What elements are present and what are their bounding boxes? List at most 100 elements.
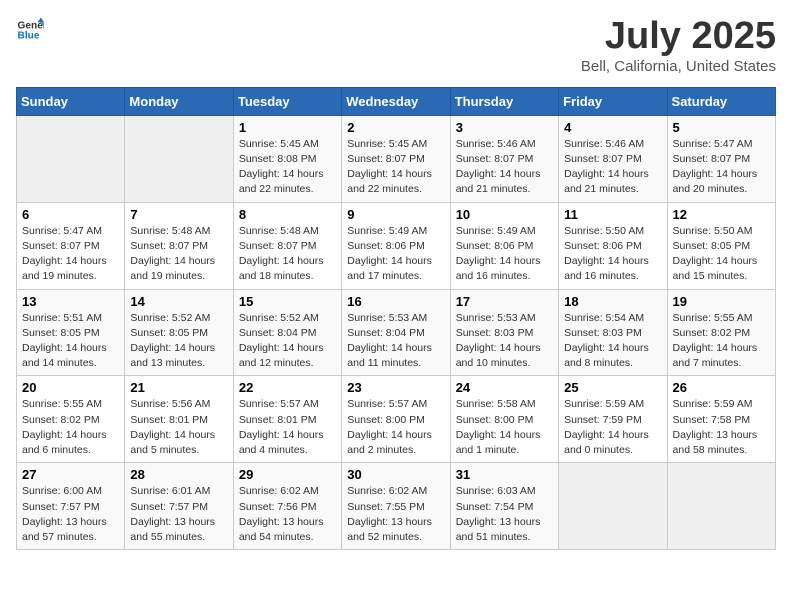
day-info: Sunrise: 5:57 AM Sunset: 8:00 PM Dayligh… (347, 397, 444, 458)
day-number: 13 (22, 294, 119, 309)
header-row: SundayMondayTuesdayWednesdayThursdayFrid… (17, 87, 776, 115)
calendar-cell: 28 Sunrise: 6:01 AM Sunset: 7:57 PM Dayli… (125, 463, 233, 550)
calendar-cell: 30 Sunrise: 6:02 AM Sunset: 7:55 PM Dayli… (342, 463, 450, 550)
day-info: Sunrise: 5:49 AM Sunset: 8:06 PM Dayligh… (347, 224, 444, 285)
header-cell-sunday: Sunday (17, 87, 125, 115)
day-number: 1 (239, 120, 336, 135)
calendar-cell: 18Sunrise: 5:54 AM Sunset: 8:03 PM Dayli… (559, 289, 667, 376)
calendar-cell: 20Sunrise: 5:55 AM Sunset: 8:02 PM Dayli… (17, 376, 125, 463)
day-number: 5 (673, 120, 770, 135)
day-number: 30 (347, 467, 444, 482)
week-row-1: 1 Sunrise: 5:45 AM Sunset: 8:08 PM Daylig… (17, 115, 776, 202)
header-cell-friday: Friday (559, 87, 667, 115)
day-info: Sunrise: 5:52 AM Sunset: 8:04 PM Dayligh… (239, 311, 336, 372)
day-info: Sunrise: 5:47 AM Sunset: 8:07 PM Dayligh… (673, 137, 770, 198)
day-number: 20 (22, 380, 119, 395)
calendar-cell: 7 Sunrise: 5:48 AM Sunset: 8:07 PM Daylig… (125, 202, 233, 289)
day-number: 8 (239, 207, 336, 222)
calendar-cell (125, 115, 233, 202)
day-info: Sunrise: 6:01 AM Sunset: 7:57 PM Dayligh… (130, 484, 227, 545)
week-row-4: 20Sunrise: 5:55 AM Sunset: 8:02 PM Dayli… (17, 376, 776, 463)
day-info: Sunrise: 5:56 AM Sunset: 8:01 PM Dayligh… (130, 397, 227, 458)
calendar-header: SundayMondayTuesdayWednesdayThursdayFrid… (17, 87, 776, 115)
calendar-cell: 16Sunrise: 5:53 AM Sunset: 8:04 PM Dayli… (342, 289, 450, 376)
day-number: 10 (456, 207, 553, 222)
calendar-cell: 23Sunrise: 5:57 AM Sunset: 8:00 PM Dayli… (342, 376, 450, 463)
week-row-3: 13 Sunrise: 5:51 AM Sunset: 8:05 PM Dayli… (17, 289, 776, 376)
day-info: Sunrise: 5:58 AM Sunset: 8:00 PM Dayligh… (456, 397, 553, 458)
day-number: 2 (347, 120, 444, 135)
day-info: Sunrise: 5:51 AM Sunset: 8:05 PM Dayligh… (22, 311, 119, 372)
day-number: 25 (564, 380, 661, 395)
day-info: Sunrise: 6:02 AM Sunset: 7:55 PM Dayligh… (347, 484, 444, 545)
week-row-2: 6Sunrise: 5:47 AM Sunset: 8:07 PM Daylig… (17, 202, 776, 289)
day-number: 9 (347, 207, 444, 222)
day-info: Sunrise: 5:45 AM Sunset: 8:08 PM Dayligh… (239, 137, 336, 198)
day-number: 28 (130, 467, 227, 482)
day-number: 21 (130, 380, 227, 395)
day-number: 26 (673, 380, 770, 395)
day-number: 17 (456, 294, 553, 309)
calendar-cell (559, 463, 667, 550)
calendar-cell: 14Sunrise: 5:52 AM Sunset: 8:05 PM Dayli… (125, 289, 233, 376)
calendar-body: 1 Sunrise: 5:45 AM Sunset: 8:08 PM Daylig… (17, 115, 776, 549)
calendar-cell: 2 Sunrise: 5:45 AM Sunset: 8:07 PM Daylig… (342, 115, 450, 202)
day-number: 7 (130, 207, 227, 222)
day-number: 14 (130, 294, 227, 309)
svg-text:Blue: Blue (18, 31, 40, 42)
day-info: Sunrise: 5:49 AM Sunset: 8:06 PM Dayligh… (456, 224, 553, 285)
calendar-cell: 8 Sunrise: 5:48 AM Sunset: 8:07 PM Daylig… (233, 202, 341, 289)
day-number: 6 (22, 207, 119, 222)
calendar-cell: 12 Sunrise: 5:50 AM Sunset: 8:05 PM Dayli… (667, 202, 775, 289)
day-info: Sunrise: 6:02 AM Sunset: 7:56 PM Dayligh… (239, 484, 336, 545)
header-cell-thursday: Thursday (450, 87, 558, 115)
day-info: Sunrise: 5:46 AM Sunset: 8:07 PM Dayligh… (564, 137, 661, 198)
day-info: Sunrise: 5:46 AM Sunset: 8:07 PM Dayligh… (456, 137, 553, 198)
calendar-cell: 4 Sunrise: 5:46 AM Sunset: 8:07 PM Daylig… (559, 115, 667, 202)
week-row-5: 27Sunrise: 6:00 AM Sunset: 7:57 PM Dayli… (17, 463, 776, 550)
day-number: 24 (456, 380, 553, 395)
calendar-cell: 24 Sunrise: 5:58 AM Sunset: 8:00 PM Dayli… (450, 376, 558, 463)
day-info: Sunrise: 5:45 AM Sunset: 8:07 PM Dayligh… (347, 137, 444, 198)
calendar-cell: 9 Sunrise: 5:49 AM Sunset: 8:06 PM Daylig… (342, 202, 450, 289)
calendar-cell (667, 463, 775, 550)
calendar-cell: 29 Sunrise: 6:02 AM Sunset: 7:56 PM Dayli… (233, 463, 341, 550)
day-number: 19 (673, 294, 770, 309)
calendar-cell: 1 Sunrise: 5:45 AM Sunset: 8:08 PM Daylig… (233, 115, 341, 202)
day-info: Sunrise: 5:55 AM Sunset: 8:02 PM Dayligh… (673, 311, 770, 372)
page-header: General Blue July 2025 Bell, California,… (16, 16, 776, 75)
day-number: 29 (239, 467, 336, 482)
calendar-cell: 17 Sunrise: 5:53 AM Sunset: 8:03 PM Dayli… (450, 289, 558, 376)
day-info: Sunrise: 5:57 AM Sunset: 8:01 PM Dayligh… (239, 397, 336, 458)
header-cell-monday: Monday (125, 87, 233, 115)
calendar-cell: 6Sunrise: 5:47 AM Sunset: 8:07 PM Daylig… (17, 202, 125, 289)
day-info: Sunrise: 5:59 AM Sunset: 7:58 PM Dayligh… (673, 397, 770, 458)
day-info: Sunrise: 5:48 AM Sunset: 8:07 PM Dayligh… (130, 224, 227, 285)
calendar-cell: 22 Sunrise: 5:57 AM Sunset: 8:01 PM Dayli… (233, 376, 341, 463)
calendar-cell (17, 115, 125, 202)
day-number: 15 (239, 294, 336, 309)
calendar-cell: 13 Sunrise: 5:51 AM Sunset: 8:05 PM Dayli… (17, 289, 125, 376)
calendar-cell: 3 Sunrise: 5:46 AM Sunset: 8:07 PM Daylig… (450, 115, 558, 202)
calendar-cell: 15 Sunrise: 5:52 AM Sunset: 8:04 PM Dayli… (233, 289, 341, 376)
header-cell-tuesday: Tuesday (233, 87, 341, 115)
calendar-cell: 5 Sunrise: 5:47 AM Sunset: 8:07 PM Daylig… (667, 115, 775, 202)
calendar-cell: 11Sunrise: 5:50 AM Sunset: 8:06 PM Dayli… (559, 202, 667, 289)
day-number: 11 (564, 207, 661, 222)
logo: General Blue (16, 16, 44, 44)
day-info: Sunrise: 5:53 AM Sunset: 8:03 PM Dayligh… (456, 311, 553, 372)
calendar-cell: 10 Sunrise: 5:49 AM Sunset: 8:06 PM Dayli… (450, 202, 558, 289)
day-number: 22 (239, 380, 336, 395)
header-cell-saturday: Saturday (667, 87, 775, 115)
main-title: July 2025 (581, 16, 776, 58)
calendar-cell: 26 Sunrise: 5:59 AM Sunset: 7:58 PM Dayli… (667, 376, 775, 463)
day-number: 4 (564, 120, 661, 135)
day-info: Sunrise: 5:50 AM Sunset: 8:05 PM Dayligh… (673, 224, 770, 285)
day-info: Sunrise: 5:54 AM Sunset: 8:03 PM Dayligh… (564, 311, 661, 372)
day-number: 3 (456, 120, 553, 135)
day-number: 12 (673, 207, 770, 222)
calendar-cell: 27Sunrise: 6:00 AM Sunset: 7:57 PM Dayli… (17, 463, 125, 550)
day-info: Sunrise: 5:48 AM Sunset: 8:07 PM Dayligh… (239, 224, 336, 285)
calendar-cell: 21 Sunrise: 5:56 AM Sunset: 8:01 PM Dayli… (125, 376, 233, 463)
calendar-cell: 25Sunrise: 5:59 AM Sunset: 7:59 PM Dayli… (559, 376, 667, 463)
